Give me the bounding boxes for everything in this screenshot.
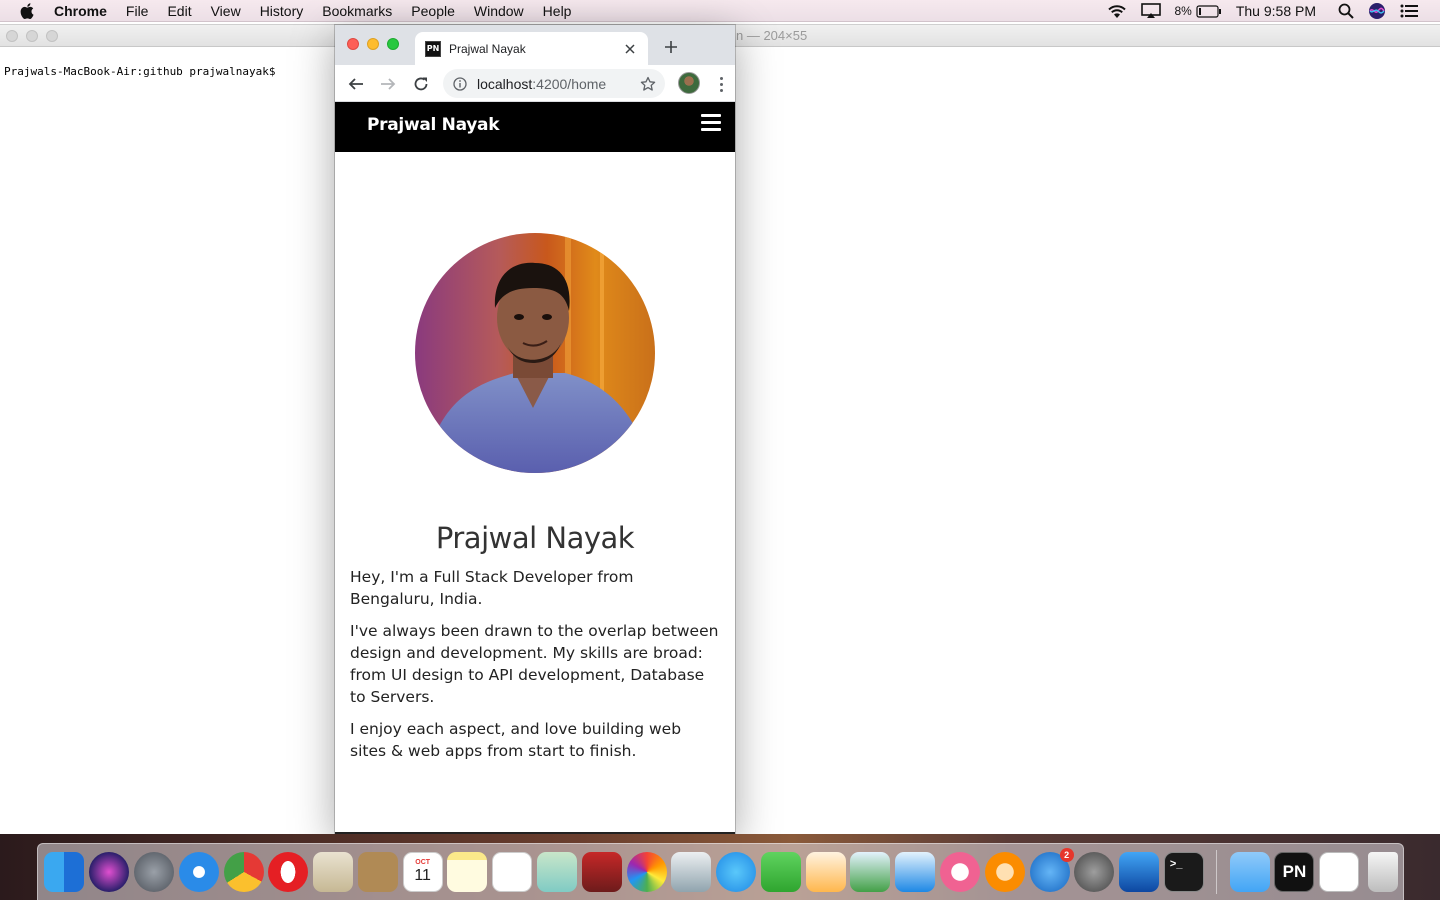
scanner-icon[interactable]: [671, 852, 712, 892]
contacts-icon[interactable]: [357, 852, 398, 892]
pn-app-icon[interactable]: PN: [1274, 852, 1315, 892]
profile-photo: [415, 233, 655, 473]
menu-view[interactable]: View: [211, 3, 241, 19]
bio-section: Hey, I'm a Full Stack Developer from Ben…: [350, 566, 722, 772]
terminal-minimize-button[interactable]: [26, 30, 38, 42]
facetime-icon[interactable]: [760, 852, 801, 892]
tab-title: Prajwal Nayak: [449, 41, 526, 56]
menu-bookmarks[interactable]: Bookmarks: [322, 3, 392, 19]
document-stack-icon[interactable]: [1319, 852, 1360, 892]
safari-icon[interactable]: [178, 852, 219, 892]
system-preferences-icon[interactable]: [1074, 852, 1115, 892]
battery-icon[interactable]: [1196, 4, 1222, 18]
menu-file[interactable]: File: [126, 3, 149, 19]
chrome-close-button[interactable]: [347, 38, 359, 50]
menu-history[interactable]: History: [260, 3, 304, 19]
notification-center-icon[interactable]: [1400, 4, 1418, 18]
menu-app-chrome[interactable]: Chrome: [54, 3, 107, 19]
reminders-icon[interactable]: [492, 852, 533, 892]
terminal-close-button[interactable]: [6, 30, 18, 42]
battery-percent: 8%: [1174, 4, 1192, 18]
photos-icon[interactable]: [626, 852, 667, 892]
tab-strip: PN Prajwal Nayak: [335, 25, 735, 65]
menu-window[interactable]: Window: [474, 3, 524, 19]
terminal-zoom-button[interactable]: [46, 30, 58, 42]
siri-icon[interactable]: [89, 852, 130, 892]
spotlight-search-icon[interactable]: [1338, 3, 1354, 19]
calendar-day: 11: [414, 867, 431, 884]
dock: OCT 11 2 >_ PN: [37, 843, 1404, 900]
address-bar[interactable]: localhost:4200/home: [443, 69, 665, 98]
chrome-zoom-button[interactable]: [387, 38, 399, 50]
itunes-icon[interactable]: [940, 852, 981, 892]
profile-avatar[interactable]: [678, 72, 700, 94]
notes-icon[interactable]: [447, 852, 488, 892]
siri-icon[interactable]: [1368, 2, 1386, 20]
tab-close-icon[interactable]: [622, 41, 638, 57]
tab-prajwal-nayak[interactable]: PN Prajwal Nayak: [415, 32, 648, 65]
web-page: Prajwal Nayak Prajwal Nayak Hey, I'm a F…: [335, 102, 735, 834]
profile-name-heading: Prajwal Nayak: [435, 521, 635, 555]
chrome-window: PN Prajwal Nayak localhost:4200/home Pra…: [335, 25, 735, 834]
apple-icon[interactable]: [20, 2, 38, 20]
bio-paragraph-3: I enjoy each aspect, and love building w…: [350, 720, 682, 760]
vscode-icon[interactable]: [1119, 852, 1160, 892]
photo-booth-icon[interactable]: [581, 852, 622, 892]
bio-paragraph-2: I've always been drawn to the overlap be…: [350, 622, 719, 706]
terminal-window-controls: [6, 30, 58, 42]
menu-people[interactable]: People: [411, 3, 455, 19]
opera-icon[interactable]: [268, 852, 309, 892]
url-text[interactable]: localhost:4200/home: [477, 76, 640, 92]
menubar: Chrome File Edit View History Bookmarks …: [0, 0, 1440, 22]
new-tab-plus-icon[interactable]: [662, 38, 680, 56]
trash-icon[interactable]: [1367, 852, 1398, 892]
url-host: localhost: [477, 75, 533, 92]
menu-edit[interactable]: Edit: [167, 3, 191, 19]
dock-separator: [1216, 850, 1218, 894]
terminal-prompt[interactable]: Prajwals-MacBook-Air:github prajwalnayak…: [4, 65, 276, 78]
chrome-menu-icon[interactable]: [711, 74, 731, 94]
wifi-icon[interactable]: [1107, 4, 1127, 19]
bookmark-star-icon[interactable]: [640, 76, 656, 92]
site-info-icon[interactable]: [453, 76, 467, 91]
chrome-minimize-button[interactable]: [367, 38, 379, 50]
favicon: PN: [425, 40, 441, 57]
chrome-icon[interactable]: [223, 852, 264, 892]
ibooks-icon[interactable]: [984, 852, 1025, 892]
terminal-icon[interactable]: >_: [1163, 852, 1204, 892]
chrome-window-controls: [347, 38, 399, 50]
calendar-icon[interactable]: OCT 11: [402, 852, 443, 892]
messages-icon[interactable]: [716, 852, 757, 892]
menu-help[interactable]: Help: [543, 3, 572, 19]
terminal-title: n — 204×55: [736, 28, 808, 43]
calendar-month: OCT: [415, 859, 431, 866]
bio-paragraph-1: Hey, I'm a Full Stack Developer from Ben…: [350, 568, 634, 608]
back-arrow-icon[interactable]: [346, 74, 366, 94]
reload-icon[interactable]: [411, 74, 431, 94]
applications-folder-icon[interactable]: [1229, 852, 1270, 892]
url-path: :4200/home: [532, 75, 607, 92]
airplay-icon[interactable]: [1140, 3, 1161, 19]
pages-icon[interactable]: [805, 852, 846, 892]
clock[interactable]: Thu 9:58 PM: [1236, 3, 1316, 19]
hamburger-menu-icon[interactable]: [701, 114, 721, 131]
keynote-icon[interactable]: [895, 852, 936, 892]
forward-arrow-icon[interactable]: [378, 74, 398, 94]
image-capture-icon[interactable]: [536, 852, 577, 892]
app-store-icon[interactable]: 2: [1029, 848, 1074, 892]
browser-toolbar: localhost:4200/home: [335, 65, 735, 102]
site-brand-link[interactable]: Prajwal Nayak: [367, 115, 500, 135]
site-navbar: Prajwal Nayak: [335, 102, 735, 152]
finder-icon[interactable]: [44, 852, 85, 892]
preview-icon[interactable]: [313, 852, 354, 892]
app-store-badge: 2: [1059, 848, 1074, 862]
launchpad-icon[interactable]: [133, 852, 174, 892]
numbers-icon[interactable]: [850, 852, 891, 892]
